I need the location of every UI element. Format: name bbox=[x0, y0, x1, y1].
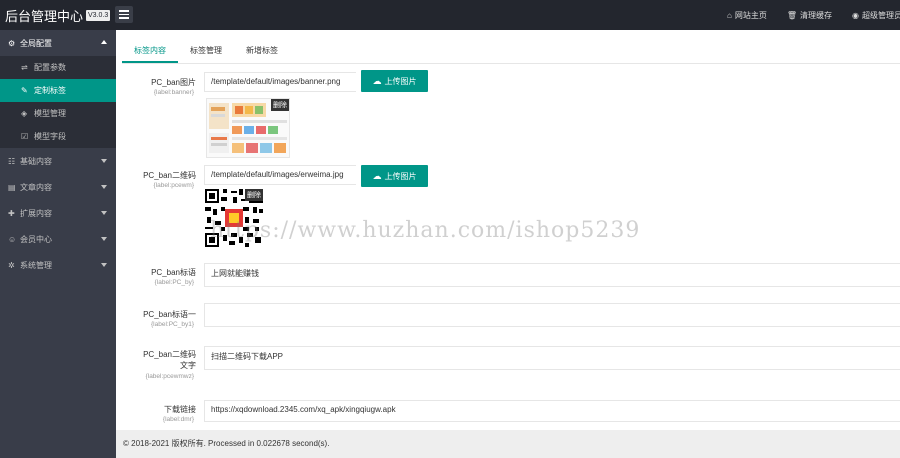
qrcode-thumbnail: 删除 bbox=[205, 189, 263, 247]
trash-icon: 🗑 bbox=[786, 10, 798, 20]
delete-qrcode-button[interactable]: 删除 bbox=[245, 189, 263, 201]
puzzle-icon: ✚ bbox=[8, 208, 15, 218]
top-links: ⌂ 网站主页 🗑 清理缓存 ◉ 超级管理员 bbox=[707, 0, 900, 30]
field-label: PC_ban标语 bbox=[151, 268, 196, 277]
sidebar-sublist: ⇌ 配置参数 ✎ 定制标签 ◈ 模型管理 ☑ 模型字段 bbox=[0, 56, 116, 148]
upload-button-label: 上传图片 bbox=[384, 76, 417, 86]
sidebar-group-label: 基础内容 bbox=[20, 156, 52, 166]
qrtext-input[interactable]: 扫描二维码下载APP bbox=[204, 346, 900, 370]
banner-path-input[interactable]: /template/default/images/banner.png bbox=[204, 72, 356, 92]
user-label: 超级管理员 bbox=[862, 10, 900, 20]
banner-thumbnail: 删除 bbox=[206, 98, 290, 158]
field-label: PC_ban二维码 bbox=[143, 350, 196, 359]
edit-icon: ☑ bbox=[21, 132, 29, 141]
sidebar-group-article-content[interactable]: ▤ 文章内容 bbox=[0, 174, 116, 200]
field-label: PC_ban标语一 bbox=[143, 310, 196, 319]
tab-bar: 标签内容 标签管理 新增标签 bbox=[122, 41, 290, 63]
brand[interactable]: 后台管理中心 V3.0.3 bbox=[0, 0, 111, 30]
chevron-down-icon bbox=[101, 263, 107, 267]
sidebar-group-system-manage[interactable]: ✲ 系统管理 bbox=[0, 252, 116, 278]
tab-add-tag[interactable]: 新增标签 bbox=[234, 41, 290, 63]
sidebar-item-model-manage[interactable]: ◈ 模型管理 bbox=[0, 102, 116, 125]
sidebar-item-label: 配置参数 bbox=[34, 63, 66, 72]
sidebar-group-member-center[interactable]: ☺ 会员中心 bbox=[0, 226, 116, 252]
gear-icon: ✲ bbox=[8, 260, 15, 270]
tab-tag-manage[interactable]: 标签管理 bbox=[178, 41, 234, 63]
chevron-up-icon bbox=[101, 40, 107, 44]
sidebar-group-label: 扩展内容 bbox=[20, 208, 52, 218]
field-tag: {label:banner} bbox=[153, 89, 194, 96]
sidebar: ⚙ 全局配置 ⇌ 配置参数 ✎ 定制标签 ◈ 模型管理 ☑ 模型字段 ☷ 基础内… bbox=[0, 30, 116, 458]
tab-divider bbox=[122, 63, 900, 64]
app-title: 后台管理中心 bbox=[5, 8, 84, 24]
upload-qrcode-button[interactable]: ☁ 上传图片 bbox=[361, 165, 428, 187]
field-label: PC_ban二维码 bbox=[143, 171, 196, 180]
field-tag: {label:PC_by1} bbox=[150, 321, 194, 328]
field-tag: {label:pcewmwz} bbox=[145, 373, 194, 380]
version-badge: V3.0.3 bbox=[86, 9, 111, 21]
upload-banner-button[interactable]: ☁ 上传图片 bbox=[361, 70, 428, 92]
chevron-down-icon bbox=[101, 211, 107, 215]
footer: © 2018-2021 版权所有. Processed in 0.022678 … bbox=[116, 430, 900, 458]
clear-cache-label: 清理缓存 bbox=[800, 10, 833, 20]
sidebar-group-extended-content[interactable]: ✚ 扩展内容 bbox=[0, 200, 116, 226]
wrench-icon: ✎ bbox=[21, 86, 28, 95]
cloud-upload-icon: ☁ bbox=[372, 75, 382, 86]
sidebar-group-label: 系统管理 bbox=[20, 260, 52, 270]
cloud-upload-icon: ☁ bbox=[372, 170, 382, 181]
field-label-line2: 文字 bbox=[180, 361, 196, 370]
sidebar-item-label: 定制标签 bbox=[34, 86, 66, 95]
tab-tag-content[interactable]: 标签内容 bbox=[122, 41, 178, 63]
chevron-down-icon bbox=[101, 159, 107, 163]
site-home-link[interactable]: ⌂ 网站主页 bbox=[727, 10, 767, 21]
field-tag: {label:PC_by} bbox=[154, 279, 194, 286]
field-tag: {label:pcewm} bbox=[153, 182, 194, 189]
user-icon: ◉ bbox=[852, 10, 859, 20]
title-input[interactable]: 上网就能赚钱 bbox=[204, 263, 900, 287]
chevron-down-icon bbox=[101, 185, 107, 189]
sidebar-item-model-fields[interactable]: ☑ 模型字段 bbox=[0, 125, 116, 148]
chevron-down-icon bbox=[101, 237, 107, 241]
sidebar-item-label: 模型字段 bbox=[34, 132, 66, 141]
sidebar-group-label: 文章内容 bbox=[20, 182, 52, 192]
hamburger-icon bbox=[119, 10, 129, 12]
field-label: 下载链接 bbox=[164, 405, 196, 414]
main-content: 标签内容 标签管理 新增标签 PC_ban图片 {label:banner} /… bbox=[116, 30, 900, 430]
top-bar: 后台管理中心 V3.0.3 ⌂ 网站主页 🗑 清理缓存 ◉ 超级管理员 bbox=[0, 0, 900, 30]
gear-icon: ⚙ bbox=[8, 38, 16, 48]
user-icon: ☺ bbox=[8, 234, 17, 244]
upload-button-label: 上传图片 bbox=[384, 171, 417, 181]
title1-input[interactable] bbox=[204, 303, 900, 327]
sliders-icon: ⇌ bbox=[21, 63, 28, 72]
sitemap-icon: ☷ bbox=[8, 156, 16, 166]
site-home-label: 网站主页 bbox=[734, 10, 767, 20]
user-menu-link[interactable]: ◉ 超级管理员 bbox=[852, 10, 900, 21]
sidebar-item-custom-tags[interactable]: ✎ 定制标签 bbox=[0, 79, 116, 102]
file-icon: ▤ bbox=[8, 182, 16, 192]
home-icon: ⌂ bbox=[727, 10, 732, 20]
sidebar-item-label: 模型管理 bbox=[34, 109, 66, 118]
sidebar-group-label: 全局配置 bbox=[20, 38, 52, 48]
field-label: PC_ban图片 bbox=[151, 78, 196, 87]
sidebar-group-basic-content[interactable]: ☷ 基础内容 bbox=[0, 148, 116, 174]
sidebar-group-global-config[interactable]: ⚙ 全局配置 bbox=[0, 30, 116, 56]
field-tag: {label:dmr} bbox=[162, 416, 194, 423]
qrcode-path-input[interactable]: /template/default/images/erweima.jpg bbox=[204, 165, 356, 185]
clear-cache-link[interactable]: 🗑 清理缓存 bbox=[787, 10, 832, 21]
cube-icon: ◈ bbox=[21, 109, 28, 118]
sidebar-group-label: 会员中心 bbox=[20, 234, 52, 244]
sidebar-item-config-params[interactable]: ⇌ 配置参数 bbox=[0, 56, 116, 79]
delete-banner-button[interactable]: 删除 bbox=[271, 99, 289, 111]
download-link-input[interactable]: https://xqdownload.2345.com/xq_apk/xingq… bbox=[204, 400, 900, 422]
menu-toggle-button[interactable] bbox=[115, 6, 133, 23]
